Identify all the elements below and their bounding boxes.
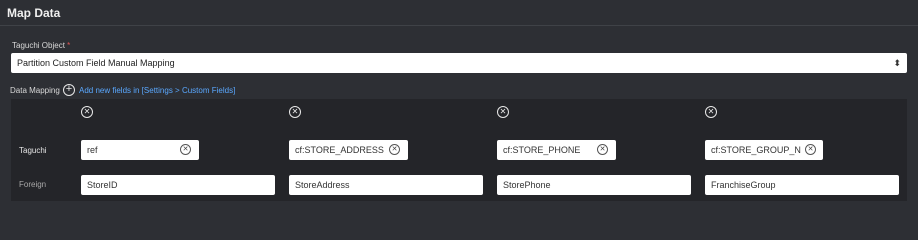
remove-column-3-x-circle-icon[interactable]: ✕ [497, 106, 509, 118]
taguchi-field-input-1[interactable]: ref ✕ [81, 140, 199, 160]
required-mark: * [67, 41, 71, 50]
remove-column-2-x-circle-icon[interactable]: ✕ [289, 106, 301, 118]
section-title: Map Data [7, 6, 61, 20]
taguchi-object-label: Taguchi Object * [12, 41, 70, 50]
taguchi-field-value: cf:STORE_PHONE [503, 145, 581, 155]
mapping-table: ✕ ✕ ✕ ✕ Taguchi Foreign ref ✕ cf:STORE_A… [11, 99, 907, 201]
taguchi-field-value: cf:STORE_GROUP_N [711, 145, 801, 155]
taguchi-field-input-4[interactable]: cf:STORE_GROUP_N ✕ [705, 140, 823, 160]
chevron-up-down-icon: ⬍ [893, 58, 901, 68]
remove-column-4-x-circle-icon[interactable]: ✕ [705, 106, 717, 118]
clear-x-circle-icon[interactable]: ✕ [597, 144, 608, 155]
add-custom-fields-link[interactable]: Add new fields in [Settings > Custom Fie… [79, 86, 235, 95]
clear-x-circle-icon[interactable]: ✕ [180, 144, 191, 155]
foreign-field-input-1[interactable]: StoreID [81, 175, 275, 195]
taguchi-object-select[interactable]: Partition Custom Field Manual Mapping ⬍ [11, 53, 907, 73]
clear-x-circle-icon[interactable]: ✕ [389, 144, 400, 155]
taguchi-object-label-text: Taguchi Object [12, 41, 65, 50]
taguchi-field-value: ref [87, 145, 98, 155]
row-label-foreign: Foreign [19, 180, 47, 189]
foreign-field-input-2[interactable]: StoreAddress [289, 175, 483, 195]
row-label-taguchi: Taguchi [19, 146, 47, 155]
foreign-field-input-4[interactable]: FranchiseGroup [705, 175, 899, 195]
foreign-field-input-3[interactable]: StorePhone [497, 175, 691, 195]
clear-x-circle-icon[interactable]: ✕ [805, 144, 816, 155]
taguchi-field-value: cf:STORE_ADDRESS [295, 145, 384, 155]
taguchi-field-input-2[interactable]: cf:STORE_ADDRESS ✕ [289, 140, 408, 160]
remove-column-1-x-circle-icon[interactable]: ✕ [81, 106, 93, 118]
plus-circle-icon[interactable]: + [63, 84, 75, 96]
taguchi-field-input-3[interactable]: cf:STORE_PHONE ✕ [497, 140, 616, 160]
section-header: Map Data [0, 0, 918, 26]
taguchi-object-selected-value: Partition Custom Field Manual Mapping [17, 58, 175, 68]
data-mapping-label: Data Mapping [10, 86, 60, 95]
